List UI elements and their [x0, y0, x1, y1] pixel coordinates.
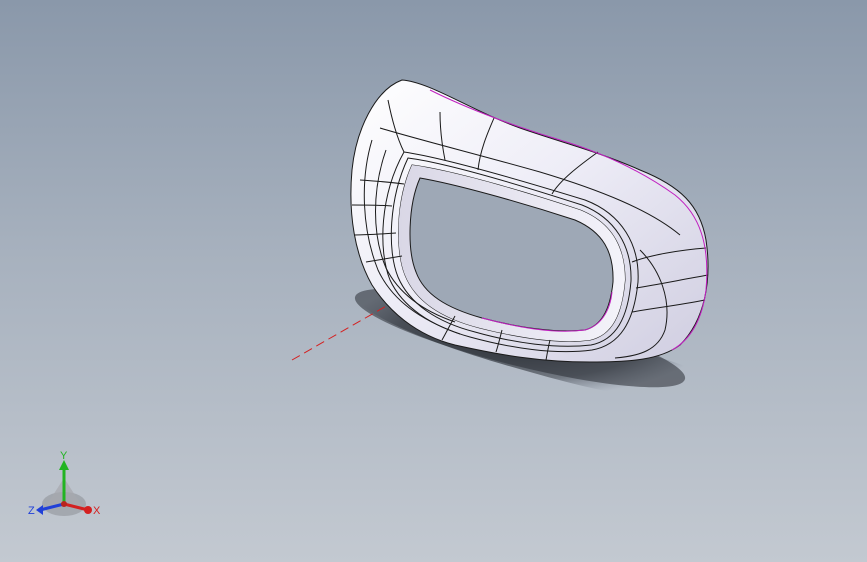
model-view[interactable] [0, 0, 867, 562]
x-axis-label: X [93, 505, 101, 517]
triad-origin [61, 501, 67, 507]
z-axis-arrow-icon [36, 505, 43, 515]
graphics-viewport[interactable]: Y X Z [0, 0, 867, 562]
view-orientation-triad[interactable]: Y X Z [24, 448, 106, 528]
z-axis-label: Z [28, 505, 35, 517]
y-axis-label: Y [60, 450, 68, 462]
x-axis-tip-icon [84, 506, 92, 514]
